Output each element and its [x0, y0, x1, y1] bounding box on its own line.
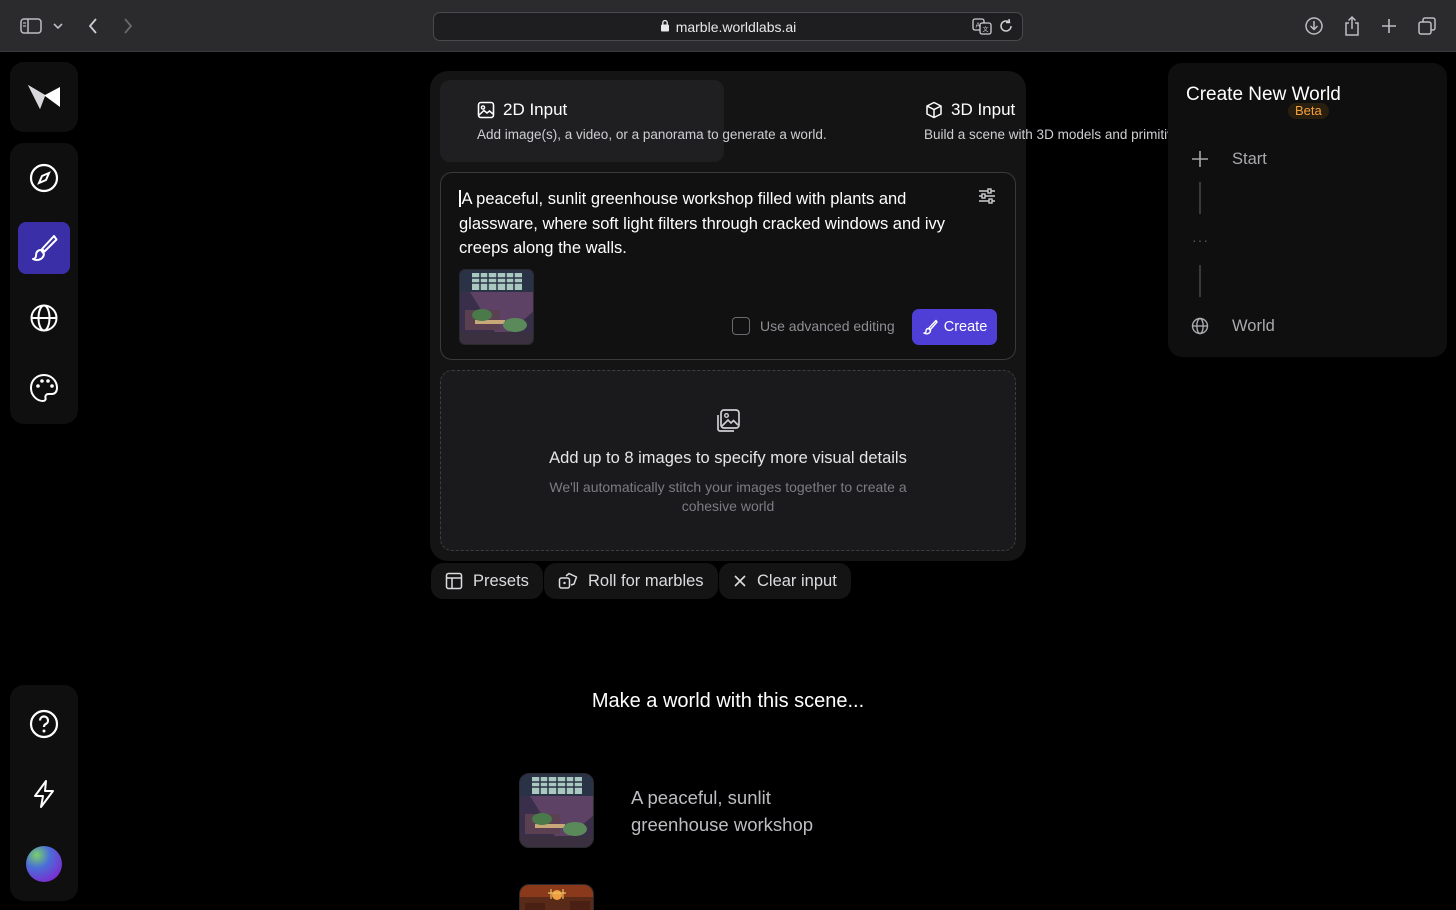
- svg-text:文: 文: [983, 26, 989, 34]
- cube-icon: [926, 101, 942, 119]
- advanced-editing-label: Use advanced editing: [760, 318, 895, 334]
- step-connector: [1199, 265, 1201, 297]
- marble-logo-icon[interactable]: [18, 71, 70, 123]
- browser-toolbar: marble.worldlabs.ai A文: [0, 0, 1456, 52]
- globe-icon: [1191, 317, 1209, 335]
- sidebar-item-help[interactable]: [18, 698, 70, 750]
- roll-label: Roll for marbles: [588, 571, 704, 590]
- tab-2d-label: 2D Input: [503, 100, 568, 119]
- back-icon[interactable]: [81, 14, 105, 38]
- avatar[interactable]: [18, 838, 70, 890]
- share-icon[interactable]: [1340, 14, 1364, 38]
- sidebar-footer: [10, 685, 78, 901]
- prompt-text: A peaceful, sunlit greenhouse workshop f…: [459, 190, 946, 257]
- sidebar-item-explore[interactable]: [18, 152, 70, 204]
- svg-text:A: A: [976, 22, 981, 30]
- text-cursor: [459, 190, 461, 207]
- presets-label: Presets: [473, 571, 529, 590]
- dropzone-subtitle: We'll automatically stitch your images t…: [549, 479, 907, 514]
- clear-input-button[interactable]: Clear input: [719, 563, 851, 599]
- logo-block: [10, 62, 78, 132]
- address-bar[interactable]: marble.worldlabs.ai A文: [433, 12, 1023, 41]
- sidebar-nav: [10, 143, 78, 424]
- create-button[interactable]: Create: [912, 309, 997, 345]
- step-start[interactable]: Start: [1186, 148, 1267, 170]
- roll-for-marbles-button[interactable]: Roll for marbles: [544, 563, 718, 599]
- sidebar-item-upgrade[interactable]: [18, 768, 70, 820]
- tab-2d-description: Add image(s), a video, or a panorama to …: [477, 127, 827, 142]
- layout-icon: [445, 572, 463, 590]
- step-connector: [1199, 182, 1201, 214]
- tabs-overview-icon[interactable]: [1415, 14, 1439, 38]
- sidebar-item-create[interactable]: [18, 222, 70, 274]
- plus-icon: [1192, 151, 1208, 167]
- tab-2d-title[interactable]: 2D Input: [477, 100, 567, 120]
- tab-3d-label: 3D Input: [951, 100, 1016, 119]
- lock-icon: [660, 19, 670, 35]
- sidebar-icon[interactable]: [19, 14, 43, 38]
- close-icon: [734, 575, 746, 587]
- globe-icon: [30, 304, 58, 332]
- step-world-label: World: [1232, 316, 1275, 335]
- step-ellipsis: ···: [1192, 232, 1209, 248]
- url-text: marble.worldlabs.ai: [675, 18, 797, 35]
- step-world[interactable]: World: [1186, 315, 1275, 337]
- tab-3d-input[interactable]: 3D Input: [925, 100, 1015, 120]
- palette-icon: [29, 373, 59, 403]
- download-icon[interactable]: [1302, 14, 1326, 38]
- image-icon: [477, 101, 495, 119]
- compass-icon: [29, 163, 59, 193]
- new-tab-icon[interactable]: [1377, 14, 1401, 38]
- create-label: Create: [943, 319, 988, 335]
- beta-badge: Beta: [1288, 103, 1329, 119]
- forward-icon[interactable]: [116, 14, 140, 38]
- brush-icon: [32, 235, 58, 261]
- sidebar-item-style[interactable]: [18, 362, 70, 414]
- clear-label: Clear input: [757, 571, 837, 590]
- scene-suggestion-thumbnail-2[interactable]: [519, 884, 594, 910]
- advanced-editing-toggle[interactable]: Use advanced editing: [732, 317, 895, 335]
- prompt-input[interactable]: A peaceful, sunlit greenhouse workshop f…: [459, 187, 969, 261]
- dice-icon: [558, 572, 578, 589]
- scene-suggestion-text[interactable]: A peaceful, sunlit greenhouse workshop: [631, 784, 861, 838]
- dropzone-title: Add up to 8 images to specify more visua…: [549, 449, 907, 467]
- step-start-label: Start: [1232, 149, 1267, 168]
- bolt-icon: [34, 780, 54, 808]
- chevron-down-icon[interactable]: [48, 14, 68, 38]
- sidebar-item-worlds[interactable]: [18, 292, 70, 344]
- settings-sliders-icon[interactable]: [977, 186, 997, 211]
- reload-icon[interactable]: [998, 17, 1014, 38]
- brush-icon: [923, 319, 938, 335]
- add-images-icon: [715, 408, 741, 439]
- scene-heading: Make a world with this scene...: [591, 690, 865, 712]
- scene-suggestion-thumbnail[interactable]: [519, 773, 594, 848]
- advanced-editing-checkbox[interactable]: [732, 317, 750, 335]
- presets-button[interactable]: Presets: [431, 563, 543, 599]
- translate-icon[interactable]: A文: [972, 17, 992, 38]
- prompt-image-thumbnail[interactable]: [459, 269, 534, 345]
- tab-2d-input[interactable]: [440, 80, 724, 162]
- help-icon: [29, 709, 59, 739]
